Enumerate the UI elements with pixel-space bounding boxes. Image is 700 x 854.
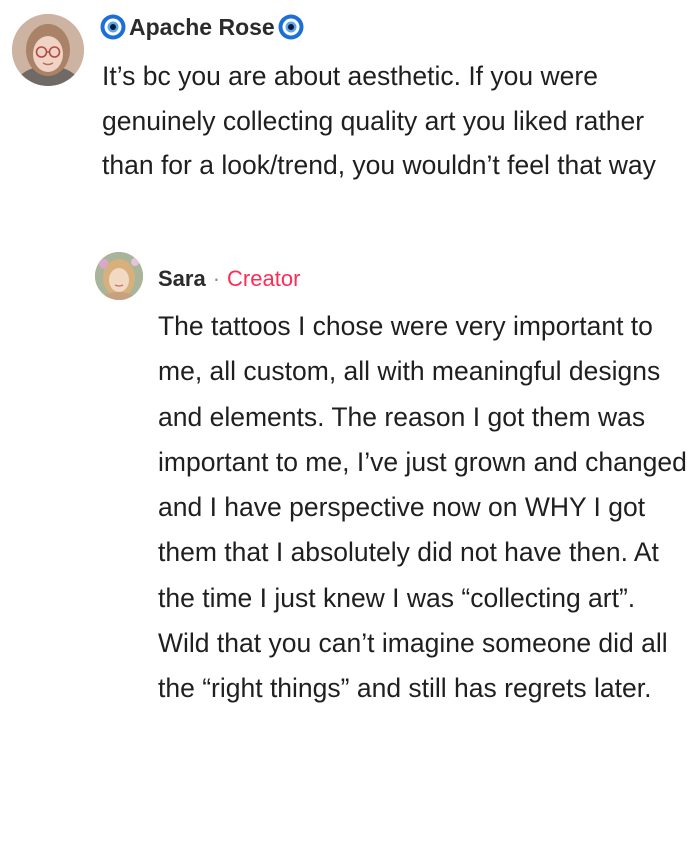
comment-author-row[interactable]: Apache Rose — [100, 12, 304, 42]
avatar-apache-rose-image — [12, 14, 84, 86]
reply-text: The tattoos I chose were very important … — [158, 311, 687, 704]
comment-text: It’s bc you are about aesthetic. If you … — [102, 61, 656, 180]
reply-author-name[interactable]: Sara — [158, 266, 206, 292]
nazar-eye-icon — [100, 14, 126, 40]
reply-separator: · — [212, 266, 221, 291]
avatar[interactable] — [12, 14, 84, 86]
creator-badge: Creator — [227, 266, 301, 291]
nazar-eye-icon — [278, 14, 304, 40]
comment-author-name[interactable]: Apache Rose — [129, 14, 275, 41]
avatar-sara-image — [95, 252, 143, 300]
reply-author-row: Sara · Creator — [158, 262, 300, 296]
avatar[interactable] — [95, 252, 143, 300]
